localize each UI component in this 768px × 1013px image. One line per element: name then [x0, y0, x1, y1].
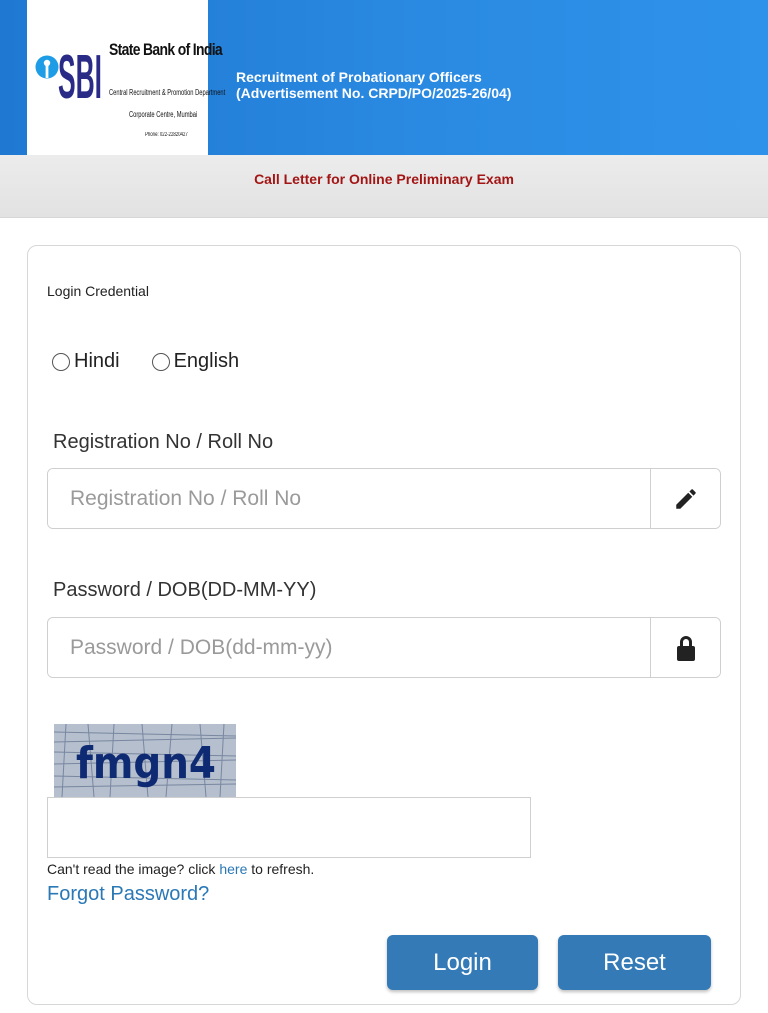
- bank-department: Central Recruitment & Promotion Departme…: [109, 88, 226, 97]
- captcha-text: fmgn4: [76, 738, 216, 789]
- recruitment-title-line1: Recruitment of Probationary Officers: [236, 69, 482, 85]
- captcha-help-suffix: to refresh.: [247, 861, 315, 877]
- registration-label: Registration No / Roll No: [53, 431, 274, 453]
- radio-hindi-label: Hindi: [74, 350, 120, 372]
- registration-input-group: [47, 468, 721, 529]
- pencil-icon: [650, 469, 720, 528]
- password-label: Password / DOB(DD-MM-YY): [53, 579, 317, 601]
- recruitment-title: Recruitment of Probationary Officers (Ad…: [236, 69, 511, 101]
- bank-name: State Bank of India: [109, 40, 223, 59]
- radio-english-label: English: [173, 350, 240, 372]
- login-button[interactable]: Login: [387, 935, 538, 990]
- sbi-logo-block: SBI State Bank of India Central Recruitm…: [27, 0, 225, 155]
- language-option-english[interactable]: English: [151, 350, 240, 373]
- language-selector: Hindi English: [52, 350, 271, 373]
- captcha-image: fmgn4: [54, 724, 236, 797]
- forgot-password-link[interactable]: Forgot Password?: [47, 883, 209, 906]
- lock-icon: [650, 618, 720, 677]
- radio-hindi[interactable]: [52, 352, 70, 371]
- subheader-bar: Call Letter for Online Preliminary Exam: [0, 155, 768, 218]
- registration-input[interactable]: [48, 469, 650, 528]
- page-title: Call Letter for Online Preliminary Exam: [254, 171, 514, 187]
- sbi-logo-text: SBI: [58, 43, 102, 102]
- password-input-group: [47, 617, 721, 678]
- language-option-hindi[interactable]: Hindi: [52, 350, 120, 373]
- login-card: Login Credential Hindi English Registrat…: [27, 245, 741, 1005]
- captcha-help-prefix: Can't read the image? click: [47, 861, 220, 877]
- captcha-refresh-link[interactable]: here: [219, 861, 247, 877]
- bank-phone: Phone: 022-22820427: [145, 132, 188, 138]
- bank-office: Corporate Centre, Mumbai: [129, 110, 198, 119]
- login-credential-heading: Login Credential: [47, 283, 149, 299]
- reset-button[interactable]: Reset: [558, 935, 711, 990]
- captcha-input[interactable]: [47, 797, 531, 858]
- recruitment-title-line2: (Advertisement No. CRPD/PO/2025-26/04): [236, 85, 512, 101]
- header-banner: SBI State Bank of India Central Recruitm…: [0, 0, 768, 155]
- radio-english[interactable]: [151, 352, 170, 371]
- password-input[interactable]: [48, 618, 650, 677]
- captcha-help-text: Can't read the image? click here to refr…: [47, 861, 314, 877]
